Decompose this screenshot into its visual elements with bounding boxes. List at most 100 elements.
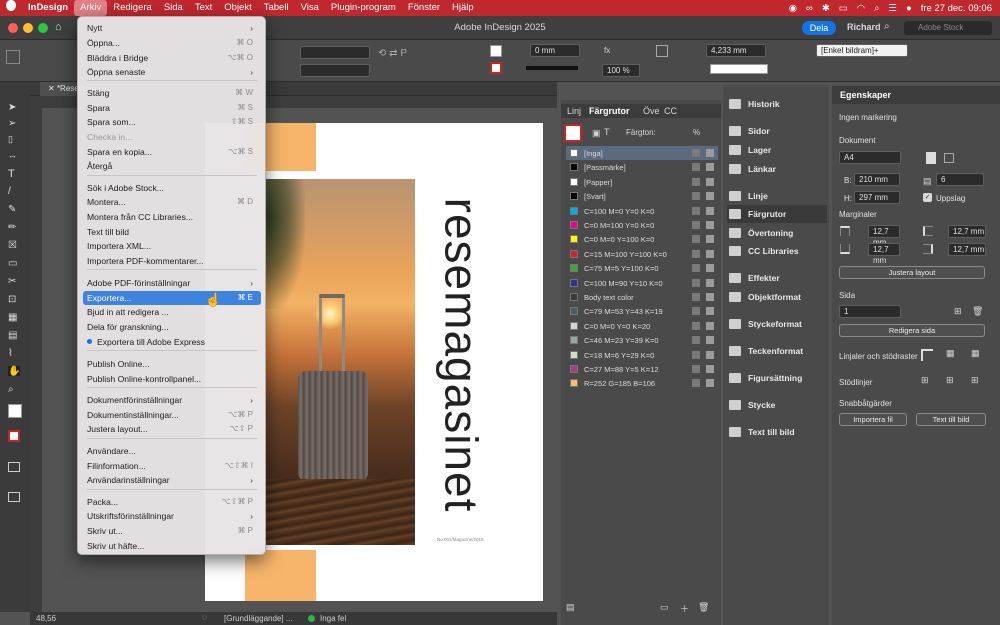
stroke-type-selector[interactable]	[526, 66, 578, 70]
height-field[interactable]: 297 mm	[854, 191, 900, 204]
stroke-swatch-icon[interactable]	[490, 62, 502, 74]
dimension-field[interactable]: 4,233 mm	[706, 44, 766, 57]
panel-gradient[interactable]: Övertoning	[727, 224, 827, 242]
menu-sida[interactable]: Sida	[158, 0, 189, 16]
menu-item[interactable]: Publish Online...	[83, 357, 261, 371]
stroke-weight-field[interactable]: 0 mm	[530, 44, 580, 57]
page-size-select[interactable]: A4	[839, 151, 901, 164]
lock-guides-icon[interactable]: ⊞	[971, 375, 979, 386]
fx-icon[interactable]: fx	[604, 46, 610, 55]
fill-swatch-icon[interactable]	[490, 45, 502, 57]
menu-item[interactable]: Skriv ut häfte...	[83, 539, 261, 553]
baseline-grid-icon[interactable]: ▦	[971, 348, 980, 359]
swatch-row[interactable]: C=75 M=5 Y=100 K=0	[566, 261, 718, 275]
search-icon[interactable]: ⌕	[884, 21, 890, 32]
pencil-tool-icon[interactable]: ✏	[8, 222, 20, 233]
menu-item[interactable]: Adobe PDF-förinställningar ›	[83, 276, 261, 290]
menu-item[interactable]: Användare...	[83, 444, 261, 458]
gradient-tool-icon[interactable]: ▦	[8, 312, 20, 323]
swatch-row[interactable]: C=100 M=0 Y=0 K=0	[566, 204, 718, 218]
menu-item[interactable]: Skriv ut... ⌘ P	[83, 524, 261, 538]
menu-item[interactable]: Dokumentförinställningar ›	[83, 393, 261, 407]
swatch-row[interactable]: C=18 M=6 Y=29 K=0	[566, 348, 718, 362]
swatch-row[interactable]: C=27 M=88 Y=5 K=12	[566, 362, 718, 376]
menu-item[interactable]: Exportera... ⌘ E	[83, 291, 261, 305]
style-select[interactable]: [Grundläggande] ...	[224, 614, 293, 623]
width-field[interactable]: 210 mm	[854, 173, 900, 186]
menu-hjalp[interactable]: Hjälp	[446, 0, 480, 16]
selection-tool-icon[interactable]: ➤	[8, 102, 20, 113]
menu-item[interactable]: Öppna senaste ›	[83, 65, 261, 79]
direct-selection-tool-icon[interactable]: ➢	[8, 118, 20, 129]
free-transform-tool-icon[interactable]: ⊡	[8, 294, 20, 305]
swatch-row[interactable]: R=252 G=185 B=106	[566, 376, 718, 390]
swatch-row[interactable]: [Papper]	[566, 175, 718, 189]
delete-swatch-icon[interactable]: 🗑	[698, 602, 709, 613]
menu-item[interactable]: Importera XML...	[83, 239, 261, 253]
grid-icon[interactable]: ▦	[946, 348, 955, 359]
swatch-row[interactable]: C=0 M=0 Y=0 K=20	[566, 319, 718, 333]
panel-stroke[interactable]: Linje	[727, 187, 827, 205]
menu-item[interactable]: Bjud in att redigera ...	[83, 305, 261, 319]
menu-item[interactable]: Dokumentinställningar... ⌥⌘ P	[83, 408, 261, 422]
menu-item[interactable]: Bläddra i Bridge ⌥⌘ O	[83, 51, 261, 65]
wifi-icon[interactable]: ◠	[857, 3, 865, 14]
new-group-icon[interactable]: ▭	[660, 602, 669, 613]
swatch-row[interactable]: C=100 M=90 Y=10 K=0	[566, 276, 718, 290]
vertical-ruler[interactable]	[30, 108, 42, 612]
format-text-icon[interactable]: T	[604, 127, 610, 137]
type-tool-icon[interactable]: T	[8, 168, 20, 180]
share-button[interactable]: Dela	[802, 21, 836, 35]
menu-tabell[interactable]: Tabell	[258, 0, 295, 16]
menu-item[interactable]: Spara som... ⇧⌘ S	[83, 115, 261, 129]
edit-page-button[interactable]: Redigera sida	[839, 324, 985, 337]
menu-item[interactable]: Publish Online-kontrollpanel...	[83, 372, 261, 386]
rectangle-tool-icon[interactable]: ▭	[8, 258, 20, 269]
object-style-select[interactable]: [Enkel bildram]+	[816, 44, 908, 57]
tab-linje[interactable]: Linj	[567, 106, 581, 116]
close-tab-icon[interactable]: ✕	[48, 84, 57, 93]
delete-page-icon[interactable]: 🗑	[972, 306, 983, 317]
text-to-image-button[interactable]: Text till bild	[916, 413, 986, 426]
panel-paragraph-styles[interactable]: Styckeformat	[727, 315, 827, 333]
add-page-icon[interactable]: ⊞	[954, 306, 962, 317]
swatch-options-icon[interactable]: ▤	[566, 602, 575, 613]
preflight-status[interactable]: Inga fel	[320, 614, 346, 623]
panel-history[interactable]: Historik	[727, 95, 827, 113]
shear-field[interactable]	[300, 64, 370, 77]
swatch-row[interactable]: C=79 M=53 Y=43 K=19	[566, 304, 718, 318]
panel-text-wrap[interactable]: Figursättning	[727, 369, 827, 387]
suitcase-photo[interactable]	[265, 179, 415, 545]
margin-inside-field[interactable]: 12,7 mm	[948, 225, 986, 238]
app-menu[interactable]: InDesign	[22, 0, 74, 16]
hand-tool-icon[interactable]: ✋	[8, 366, 20, 377]
panel-links[interactable]: Länkar	[727, 160, 827, 178]
ruler-icon[interactable]	[921, 349, 933, 361]
menu-item[interactable]: Exportera till Adobe Express	[83, 335, 261, 349]
menu-item[interactable]: Packa... ⌥⇧⌘ P	[83, 495, 261, 509]
pen-tool-icon[interactable]: ✎	[8, 204, 20, 215]
workspace-switcher[interactable]: Richard	[847, 22, 881, 32]
panel-cc-libraries[interactable]: CC Libraries	[727, 242, 827, 260]
menu-item[interactable]: Text till bild	[83, 225, 261, 239]
page-tool-icon[interactable]: ▯	[8, 134, 20, 144]
margin-bottom-field[interactable]: 12,7 mm	[868, 243, 900, 265]
fill-stroke-icon[interactable]	[8, 404, 22, 418]
align-icon[interactable]	[656, 45, 668, 57]
swatch-row[interactable]: C=0 M=0 Y=100 K=0	[566, 232, 718, 246]
menu-item[interactable]: Spara en kopia... ⌥⌘ S	[83, 145, 261, 159]
menu-redigera[interactable]: Redigera	[107, 0, 158, 16]
rectangle-frame-tool-icon[interactable]: ☒	[8, 240, 20, 251]
line-tool-icon[interactable]: /	[8, 186, 20, 197]
swatch-row[interactable]: C=0 M=100 Y=0 K=0	[566, 218, 718, 232]
menu-item[interactable]: Spara ⌘ S	[83, 101, 261, 115]
menu-item[interactable]: Öppna... ⌘ O	[83, 36, 261, 50]
menu-item[interactable]: Justera layout... ⌥⇧ P	[83, 422, 261, 436]
tab-cc[interactable]: CC	[664, 106, 677, 116]
orange-block-bottom[interactable]	[245, 550, 316, 601]
reference-point-icon[interactable]	[6, 50, 20, 64]
swatch-row[interactable]: [Passmärke]	[566, 160, 718, 174]
battery-icon[interactable]: ▭	[839, 3, 848, 14]
panel-character-styles[interactable]: Teckenformat	[727, 342, 827, 360]
search-menu-icon[interactable]: ⌕	[874, 3, 879, 14]
